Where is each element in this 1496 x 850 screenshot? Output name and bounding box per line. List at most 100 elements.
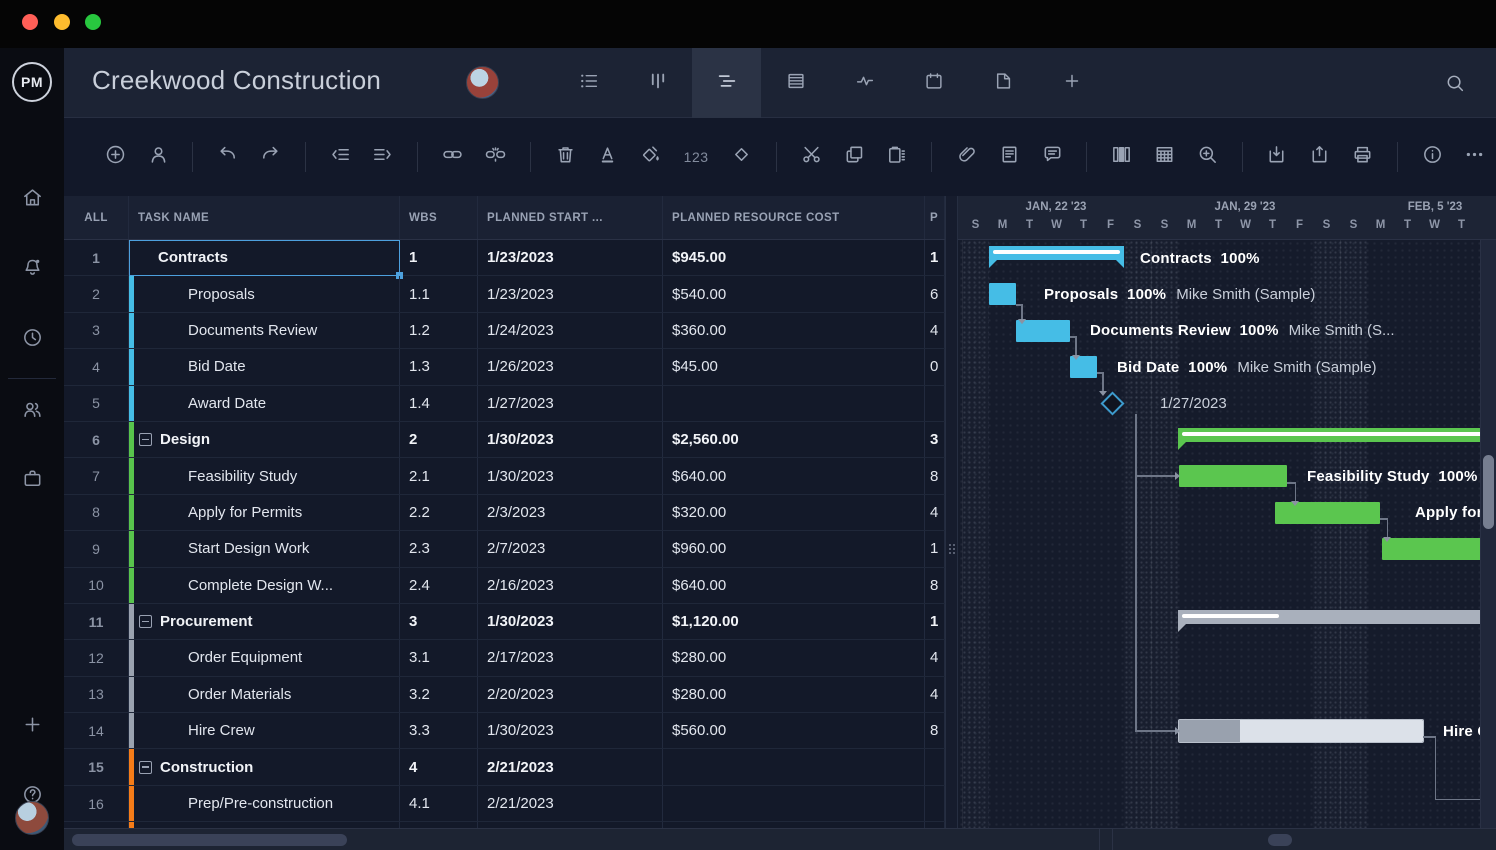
planned-cost-cell[interactable]: $640.00 xyxy=(663,568,925,603)
font-color-button[interactable] xyxy=(595,144,620,170)
number-format-button[interactable]: 123 xyxy=(681,144,711,170)
truncated-cell[interactable]: 3 xyxy=(925,422,945,457)
undo-button[interactable] xyxy=(215,144,240,170)
row-number[interactable]: 16 xyxy=(64,786,129,821)
column-header-truncated[interactable]: P xyxy=(925,196,945,239)
row-number[interactable]: 12 xyxy=(64,640,129,675)
truncated-cell[interactable] xyxy=(925,786,945,821)
truncated-cell[interactable]: 8 xyxy=(925,458,945,493)
columns-button[interactable] xyxy=(1109,144,1134,170)
sidebar-item-team[interactable] xyxy=(0,390,64,434)
truncated-cell[interactable]: 4 xyxy=(925,313,945,348)
task-name-cell[interactable]: Contracts xyxy=(129,240,400,275)
table-row-proposals[interactable]: 2Proposals1.11/23/2023$540.006 xyxy=(64,276,945,312)
wbs-cell[interactable]: 2.4 xyxy=(400,568,478,603)
minimize-window-button[interactable] xyxy=(54,14,70,30)
attachment-button[interactable] xyxy=(954,144,979,170)
table-row-apply-for-permits[interactable]: 8Apply for Permits2.22/3/2023$320.004 xyxy=(64,495,945,531)
row-number[interactable]: 2 xyxy=(64,276,129,311)
add-task-button[interactable] xyxy=(103,144,128,170)
task-name-cell[interactable]: Construction xyxy=(129,749,400,784)
app-logo[interactable]: PM xyxy=(12,62,52,102)
copy-button[interactable] xyxy=(842,144,867,170)
truncated-cell[interactable]: 1 xyxy=(925,531,945,566)
planned-cost-cell[interactable]: $2,560.00 xyxy=(663,422,925,457)
unlink-tasks-button[interactable] xyxy=(483,144,508,170)
table-row-documents-review[interactable]: 3Documents Review1.21/24/2023$360.004 xyxy=(64,313,945,349)
project-owner-avatar[interactable] xyxy=(466,66,499,99)
wbs-cell[interactable]: 1.1 xyxy=(400,276,478,311)
sidebar-item-time[interactable] xyxy=(0,318,64,362)
planned-start-cell[interactable]: 1/30/2023 xyxy=(478,713,663,748)
planned-cost-cell[interactable]: $540.00 xyxy=(663,276,925,311)
planned-start-cell[interactable]: 2/20/2023 xyxy=(478,677,663,712)
truncated-cell[interactable]: 6 xyxy=(925,276,945,311)
wbs-cell[interactable]: 1.2 xyxy=(400,313,478,348)
task-name-cell[interactable]: Prep/Pre-construction xyxy=(129,786,400,821)
table-row-complete-design-w-[interactable]: 10Complete Design W...2.42/16/2023$640.0… xyxy=(64,568,945,604)
link-tasks-button[interactable] xyxy=(440,144,465,170)
spreadsheet-button[interactable] xyxy=(1152,144,1177,170)
sidebar-item-notifications[interactable] xyxy=(0,248,64,292)
table-row-construction[interactable]: 15Construction42/21/2023 xyxy=(64,749,945,785)
collapse-icon[interactable] xyxy=(139,615,152,628)
truncated-cell[interactable]: 1 xyxy=(925,240,945,275)
column-header-wbs[interactable]: WBS xyxy=(400,196,478,239)
row-number[interactable]: 11 xyxy=(64,604,129,639)
task-bar[interactable] xyxy=(989,283,1016,305)
column-header-all[interactable]: ALL xyxy=(64,196,129,239)
task-name-cell[interactable]: Award Date xyxy=(129,386,400,421)
wbs-cell[interactable]: 4 xyxy=(400,749,478,784)
wbs-cell[interactable]: 2.3 xyxy=(400,531,478,566)
planned-cost-cell[interactable]: $280.00 xyxy=(663,677,925,712)
truncated-cell[interactable]: 4 xyxy=(925,677,945,712)
planned-start-cell[interactable]: 1/30/2023 xyxy=(478,458,663,493)
truncated-cell[interactable] xyxy=(925,386,945,421)
truncated-cell[interactable]: 4 xyxy=(925,640,945,675)
planned-start-cell[interactable]: 2/21/2023 xyxy=(478,749,663,784)
gantt-horizontal-scrollbar[interactable] xyxy=(1268,834,1292,846)
table-row-procurement[interactable]: 11Procurement31/30/2023$1,120.001 xyxy=(64,604,945,640)
planned-start-cell[interactable]: 2/3/2023 xyxy=(478,495,663,530)
table-row-order-equipment[interactable]: 12Order Equipment3.12/17/2023$280.004 xyxy=(64,640,945,676)
planned-start-cell[interactable]: 2/17/2023 xyxy=(478,640,663,675)
table-horizontal-scrollbar[interactable] xyxy=(72,834,347,846)
planned-start-cell[interactable]: 1/26/2023 xyxy=(478,349,663,384)
collapse-icon[interactable] xyxy=(139,433,152,446)
row-number[interactable]: 3 xyxy=(64,313,129,348)
column-header-planned-resource-cost[interactable]: PLANNED RESOURCE COST xyxy=(663,196,925,239)
gantt-vertical-scrollbar[interactable] xyxy=(1480,240,1496,828)
zoom-window-button[interactable] xyxy=(85,14,101,30)
planned-cost-cell[interactable]: $945.00 xyxy=(663,240,925,275)
tab-list-view[interactable] xyxy=(554,48,623,118)
column-header-planned-start[interactable]: PLANNED START ... xyxy=(478,196,663,239)
planned-start-cell[interactable]: 2/21/2023 xyxy=(478,786,663,821)
table-row-contracts[interactable]: 1Contracts11/23/2023$945.001 xyxy=(64,240,945,276)
row-number[interactable]: 15 xyxy=(64,749,129,784)
table-row-start-design-work[interactable]: 9Start Design Work2.32/7/2023$960.001 xyxy=(64,531,945,567)
milestone-button[interactable] xyxy=(729,144,754,170)
close-window-button[interactable] xyxy=(22,14,38,30)
task-name-cell[interactable]: Start Design Work xyxy=(129,531,400,566)
truncated-cell[interactable]: 4 xyxy=(925,495,945,530)
wbs-cell[interactable]: 2.2 xyxy=(400,495,478,530)
planned-cost-cell[interactable]: $320.00 xyxy=(663,495,925,530)
row-number[interactable]: 8 xyxy=(64,495,129,530)
row-number[interactable]: 6 xyxy=(64,422,129,457)
planned-cost-cell[interactable]: $560.00 xyxy=(663,713,925,748)
planned-cost-cell[interactable]: $360.00 xyxy=(663,313,925,348)
sidebar-item-add[interactable] xyxy=(0,705,64,749)
export-button[interactable] xyxy=(1307,144,1332,170)
column-header-task-name[interactable]: TASK NAME xyxy=(129,196,400,239)
wbs-cell[interactable]: 4.1 xyxy=(400,786,478,821)
wbs-cell[interactable]: 3.1 xyxy=(400,640,478,675)
table-row-bid-date[interactable]: 4Bid Date1.31/26/2023$45.000 xyxy=(64,349,945,385)
wbs-cell[interactable]: 1.3 xyxy=(400,349,478,384)
planned-cost-cell[interactable]: $45.00 xyxy=(663,349,925,384)
task-name-cell[interactable]: Design xyxy=(129,422,400,457)
summary-bar[interactable] xyxy=(1178,428,1480,442)
task-name-cell[interactable]: Feasibility Study xyxy=(129,458,400,493)
comment-button[interactable] xyxy=(1040,144,1065,170)
table-row-design[interactable]: 6Design21/30/2023$2,560.003 xyxy=(64,422,945,458)
truncated-cell[interactable]: 8 xyxy=(925,568,945,603)
